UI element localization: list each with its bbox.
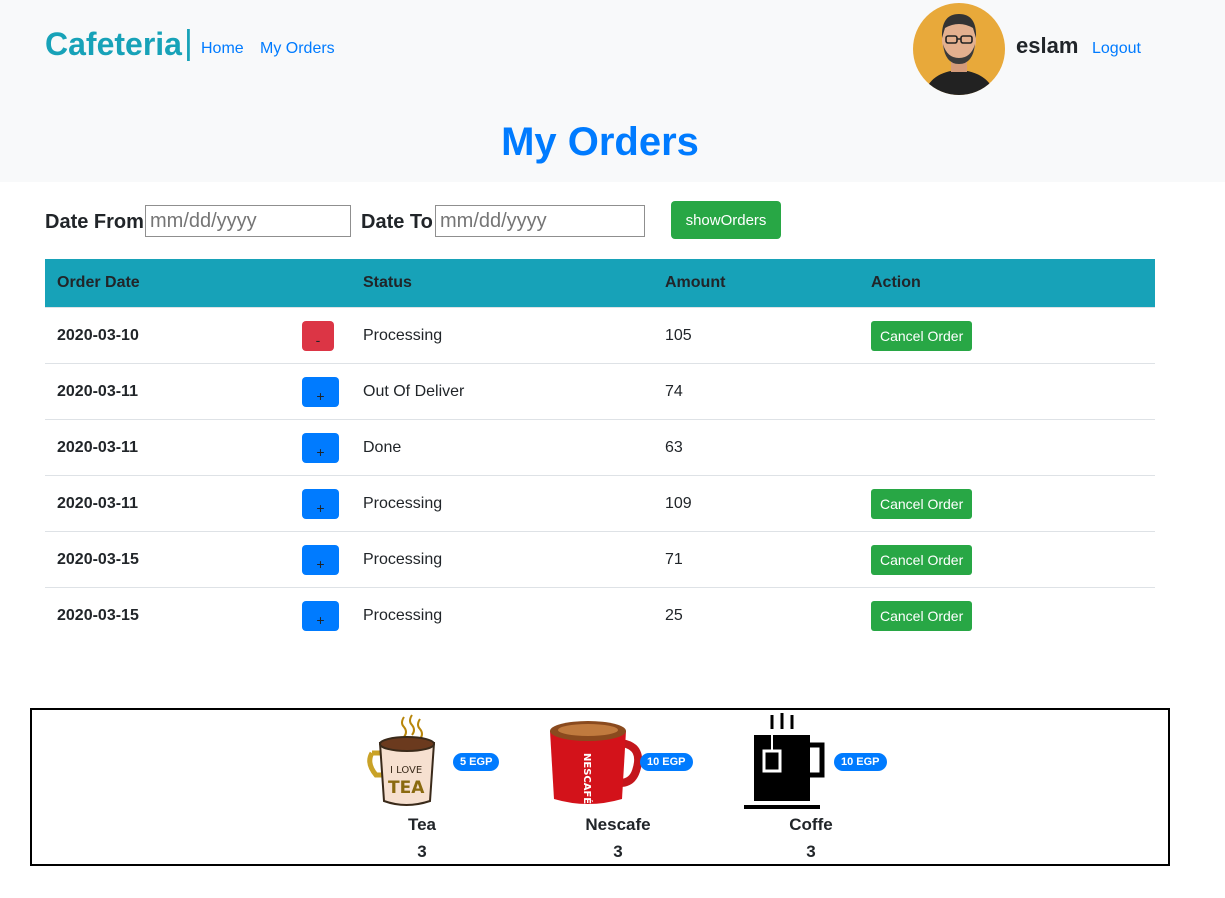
order-amount: 63 bbox=[653, 419, 859, 476]
nav-my-orders-link[interactable]: My Orders bbox=[260, 40, 335, 58]
table-row: 2020-03-11 + Out Of Deliver 74 bbox=[45, 363, 1155, 420]
order-action-empty bbox=[859, 419, 1155, 476]
order-items-panel: I LOVE TEA 5 EGP Tea 3 NESCAFÉ 10 EGP Ne… bbox=[30, 708, 1170, 866]
tea-mug-text-bottom: TEA bbox=[388, 778, 425, 798]
table-row: 2020-03-15 + Processing 25 Cancel Order bbox=[45, 587, 1155, 643]
order-date: 2020-03-11 bbox=[45, 475, 290, 532]
order-date: 2020-03-10 bbox=[45, 307, 290, 364]
order-status: Processing bbox=[351, 307, 653, 364]
tea-mug-text-top: I LOVE bbox=[390, 765, 422, 776]
brand-logo[interactable]: Cafeteria bbox=[45, 26, 182, 63]
column-header-toggle bbox=[290, 259, 351, 308]
cancel-order-button[interactable]: Cancel Order bbox=[871, 488, 973, 519]
table-row: 2020-03-11 + Done 63 bbox=[45, 419, 1155, 476]
cancel-order-button[interactable]: Cancel Order bbox=[871, 544, 973, 575]
expand-button[interactable]: + bbox=[302, 544, 339, 575]
date-from-label: Date From bbox=[45, 211, 144, 233]
price-badge: 10 EGP bbox=[834, 753, 887, 771]
column-header-status: Status bbox=[351, 259, 653, 308]
date-to-input[interactable] bbox=[435, 205, 645, 237]
item-name: Tea bbox=[407, 815, 437, 834]
item-name: Coffe bbox=[789, 815, 833, 834]
order-status: Done bbox=[351, 419, 653, 476]
order-status: Processing bbox=[351, 587, 653, 643]
item-quantity: 3 bbox=[806, 842, 816, 861]
header: Cafeteria | Home My Orders eslam Logout … bbox=[0, 0, 1225, 182]
order-date: 2020-03-11 bbox=[45, 419, 290, 476]
order-date: 2020-03-11 bbox=[45, 363, 290, 420]
brand-separator: | bbox=[184, 24, 193, 62]
username: eslam bbox=[1016, 33, 1079, 58]
column-header-action: Action bbox=[859, 259, 1155, 308]
table-header-row: Order Date Status Amount Action bbox=[45, 259, 1155, 308]
expand-button[interactable]: + bbox=[302, 488, 339, 519]
order-date: 2020-03-15 bbox=[45, 587, 290, 643]
cancel-order-button[interactable]: Cancel Order bbox=[871, 600, 973, 631]
item-quantity: 3 bbox=[417, 842, 427, 861]
order-amount: 71 bbox=[653, 531, 859, 588]
order-amount: 105 bbox=[653, 307, 859, 364]
logout-link[interactable]: Logout bbox=[1092, 40, 1141, 58]
expand-button[interactable]: + bbox=[302, 432, 339, 463]
show-orders-button[interactable]: showOrders bbox=[671, 201, 781, 239]
item-name: Nescafe bbox=[585, 815, 651, 834]
order-amount: 109 bbox=[653, 475, 859, 532]
price-badge: 5 EGP bbox=[453, 753, 500, 771]
expand-button[interactable]: + bbox=[302, 600, 339, 631]
nav-home-link[interactable]: Home bbox=[201, 40, 244, 58]
table-row: 2020-03-10 - Processing 105 Cancel Order bbox=[45, 307, 1155, 364]
date-from-input[interactable] bbox=[145, 205, 351, 237]
cancel-order-button[interactable]: Cancel Order bbox=[871, 320, 973, 351]
order-status: Processing bbox=[351, 531, 653, 588]
collapse-button[interactable]: - bbox=[302, 320, 334, 351]
table-row: 2020-03-11 + Processing 109 Cancel Order bbox=[45, 475, 1155, 532]
order-amount: 25 bbox=[653, 587, 859, 643]
orders-table: Order Date Status Amount Action 2020-03-… bbox=[45, 259, 1155, 643]
tea-mug-icon: I LOVE TEA bbox=[367, 714, 436, 806]
avatar bbox=[913, 3, 1005, 95]
order-amount: 74 bbox=[653, 363, 859, 420]
nescafe-mug-icon: NESCAFÉ bbox=[550, 721, 643, 804]
expand-button[interactable]: + bbox=[302, 376, 339, 407]
page-title: My Orders bbox=[501, 120, 699, 164]
column-header-amount: Amount bbox=[653, 259, 859, 308]
order-action-empty bbox=[859, 363, 1155, 420]
item-quantity: 3 bbox=[613, 842, 623, 861]
table-row: 2020-03-15 + Processing 71 Cancel Order bbox=[45, 531, 1155, 588]
order-status: Processing bbox=[351, 475, 653, 532]
coffee-cup-icon bbox=[744, 713, 825, 809]
column-header-order-date: Order Date bbox=[45, 259, 290, 308]
order-date: 2020-03-15 bbox=[45, 531, 290, 588]
price-badge: 10 EGP bbox=[640, 753, 693, 771]
nescafe-mug-text: NESCAFÉ bbox=[581, 753, 594, 804]
order-status: Out Of Deliver bbox=[351, 363, 653, 420]
date-to-label: Date To bbox=[361, 211, 433, 233]
